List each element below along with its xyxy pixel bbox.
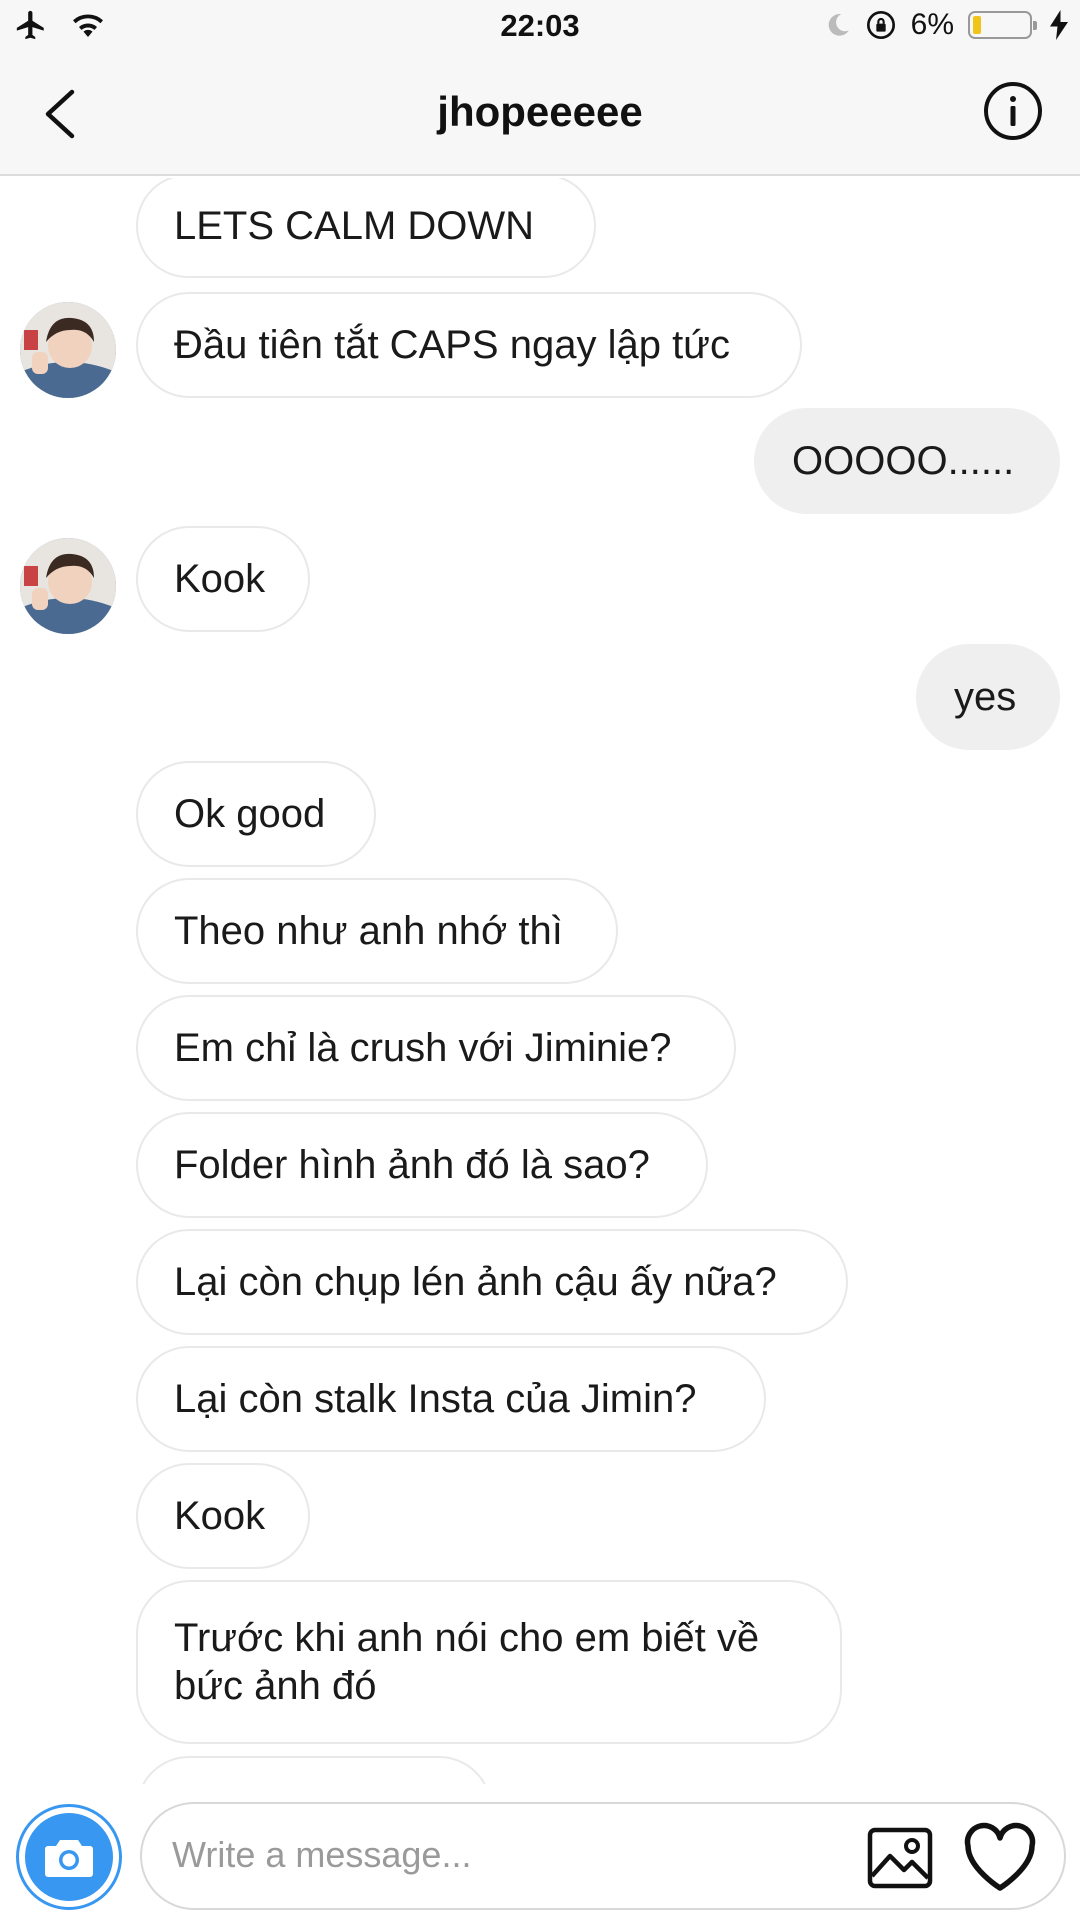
message-bubble-partial[interactable]: [136, 1756, 492, 1784]
message-bubble-received[interactable]: Lại còn stalk Insta của Jimin?: [136, 1346, 766, 1452]
info-icon: [984, 82, 1042, 140]
moon-icon: [828, 14, 849, 36]
message-text: LETS CALM DOWN: [174, 203, 535, 248]
camera-button-fill: [25, 1813, 113, 1901]
message-bubble-received[interactable]: Kook: [136, 1463, 310, 1569]
message-bubble-received[interactable]: Trước khi anh nói cho em biết về bức ảnh…: [136, 1580, 842, 1744]
message-input-placeholder: Write a message...: [172, 1834, 472, 1875]
message-bubble-received[interactable]: Lại còn chụp lén ảnh cậu ấy nữa?: [136, 1229, 848, 1335]
gallery-button[interactable]: [866, 1824, 934, 1892]
message-text: Em chỉ là crush với Jiminie?: [174, 1025, 672, 1070]
heart-icon: [964, 1822, 1036, 1891]
message-bubble-received[interactable]: LETS CALM DOWN: [136, 178, 596, 278]
message-text: Trước khi anh nói cho em biết về bức ảnh…: [174, 1616, 760, 1708]
rotation-lock-icon: [866, 11, 895, 39]
message-composer: Write a message...: [0, 1784, 1080, 1920]
message-bubble-received[interactable]: Folder hình ảnh đó là sao?: [136, 1112, 708, 1218]
status-bar: 22:03 6%: [0, 0, 1080, 54]
like-button[interactable]: [962, 1822, 1038, 1894]
avatar-photo: [20, 538, 116, 634]
message-text: Đầu tiên tắt CAPS ngay lập tức: [174, 322, 730, 367]
message-bubble-received[interactable]: Ok good: [136, 761, 376, 867]
chat-header: jhopeeeee: [0, 54, 1080, 176]
message-text: Kook: [174, 1493, 266, 1538]
message-text: Theo như anh nhớ thì: [174, 908, 563, 953]
message-input[interactable]: Write a message...: [140, 1802, 1066, 1910]
message-text: Kook: [174, 556, 266, 601]
message-thread[interactable]: LETS CALM DOWN Đầu tiên tắt CAPS ngay lậ…: [0, 178, 1080, 1784]
message-bubble-sent[interactable]: yes: [916, 644, 1060, 750]
message-bubble-sent[interactable]: OOOOO......: [754, 408, 1060, 514]
battery-percent: 6%: [910, 8, 954, 41]
message-bubble-received[interactable]: Em chỉ là crush với Jiminie?: [136, 995, 736, 1101]
chat-title[interactable]: jhopeeeee: [0, 88, 1080, 136]
message-text: Ok good: [174, 791, 326, 836]
battery-icon: [968, 11, 1037, 39]
message-text: Folder hình ảnh đó là sao?: [174, 1142, 650, 1187]
avatar[interactable]: [20, 538, 116, 634]
message-bubble-received[interactable]: Đầu tiên tắt CAPS ngay lập tức: [136, 292, 802, 398]
message-text: yes: [954, 674, 1017, 719]
camera-button[interactable]: [16, 1804, 122, 1910]
status-bar-right: 6%: [825, 8, 1068, 42]
camera-icon: [45, 1840, 93, 1877]
info-button[interactable]: [982, 80, 1044, 142]
battery-level-fill: [973, 16, 981, 34]
message-text: Lại còn chụp lén ảnh cậu ấy nữa?: [174, 1259, 777, 1304]
avatar[interactable]: [20, 302, 116, 398]
gallery-icon: [867, 1827, 933, 1889]
charging-bolt-icon: [1050, 10, 1068, 40]
message-text: Lại còn stalk Insta của Jimin?: [174, 1376, 697, 1421]
message-text: OOOOO......: [792, 438, 1015, 483]
avatar-photo: [20, 302, 116, 398]
message-bubble-received[interactable]: Theo như anh nhớ thì: [136, 878, 618, 984]
message-bubble-received[interactable]: Kook: [136, 526, 310, 632]
